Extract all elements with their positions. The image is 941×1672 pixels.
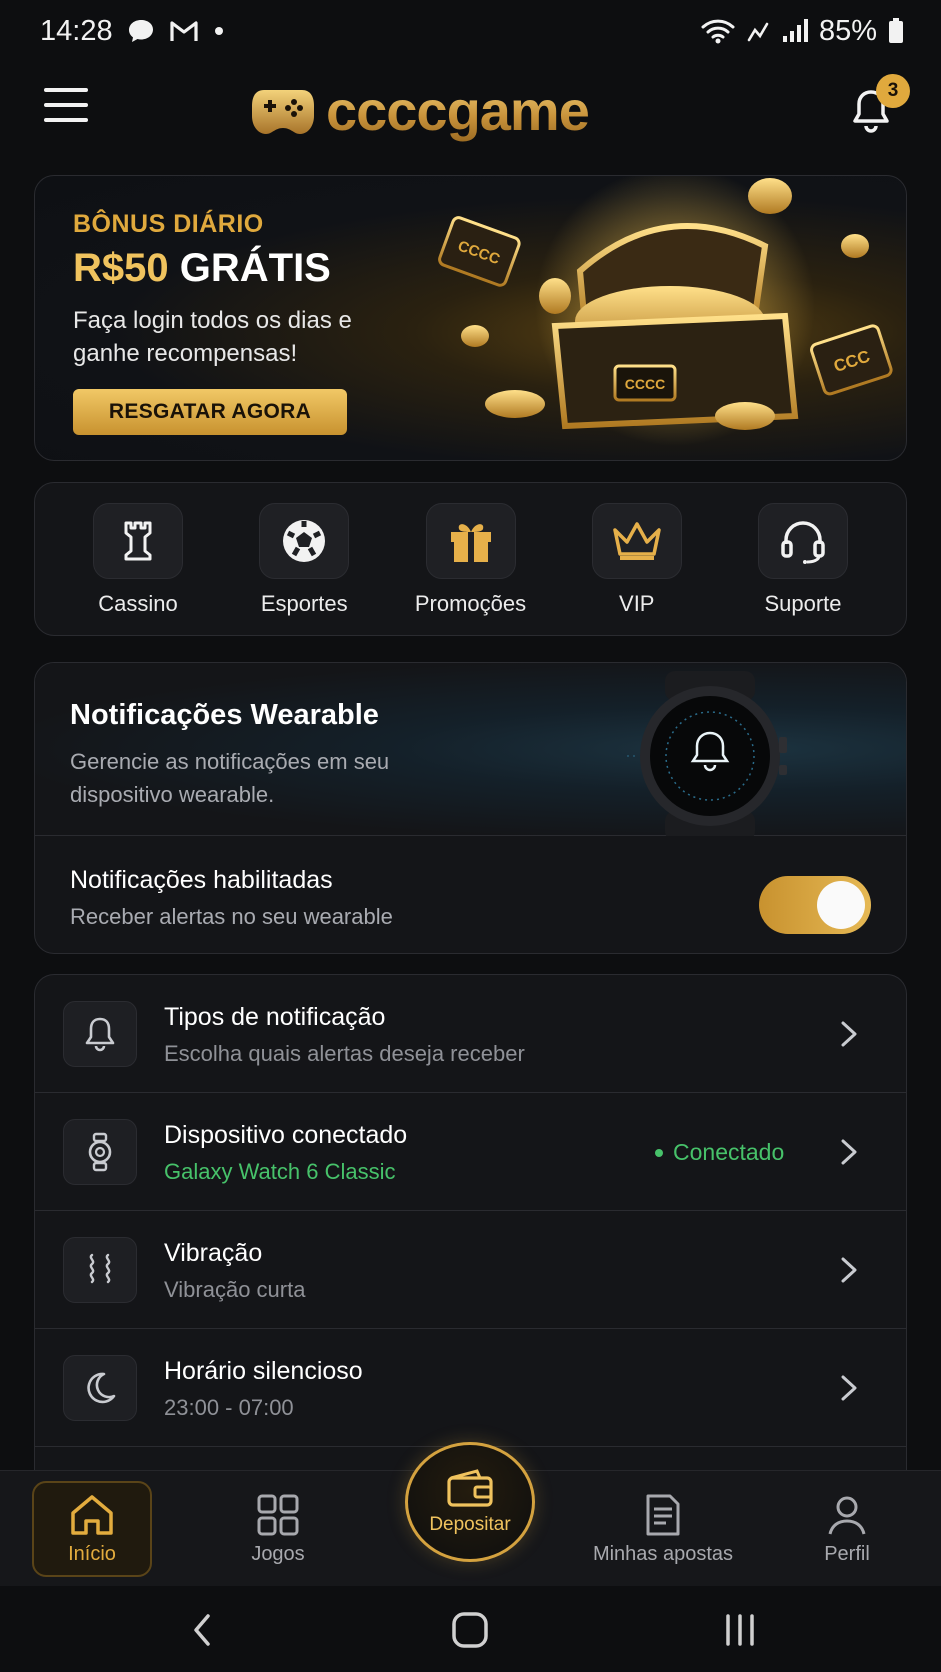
- deposit-button[interactable]: Depositar: [405, 1442, 535, 1562]
- rook-icon: [93, 503, 183, 579]
- banner-eyebrow: BÔNUS DIÁRIO: [73, 210, 264, 238]
- setting-vibration[interactable]: Vibração Vibração curta: [35, 1211, 906, 1329]
- setting-subtitle: Escolha quais alertas deseja receber: [164, 1041, 525, 1066]
- menu-icon-line: [44, 118, 88, 122]
- chevron-right-icon: [841, 1257, 857, 1283]
- grid-icon: [257, 1494, 299, 1535]
- status-dot-icon: [655, 1148, 663, 1157]
- status-right: 85%: [701, 15, 905, 48]
- headset-icon: [758, 503, 848, 579]
- nav-label: Suporte: [764, 591, 842, 616]
- banner-text: Faça login todos os dias e ganhe recompe…: [73, 307, 352, 367]
- setting-connected-device[interactable]: Dispositivo conectado Galaxy Watch 6 Cla…: [35, 1093, 906, 1211]
- connection-status-label: Conectado: [673, 1139, 785, 1165]
- watch-icon: [63, 1119, 137, 1185]
- bottom-nav-games[interactable]: Jogos: [218, 1481, 338, 1577]
- quick-nav: Cassino Esportes Promoções VIP Suporte: [34, 482, 907, 636]
- app-header: ccccgame 3: [0, 70, 941, 150]
- smartwatch-image: [625, 671, 787, 836]
- toggle-subtitle: Receber alertas no seu wearable: [70, 904, 393, 929]
- user-icon: [828, 1496, 866, 1534]
- toggle-knob: [817, 881, 865, 929]
- chevron-right-icon: [841, 1139, 857, 1165]
- moon-icon: [63, 1355, 137, 1421]
- bottom-nav-my-bets[interactable]: Minhas apostas: [575, 1481, 751, 1577]
- daily-bonus-banner[interactable]: BÔNUS DIÁRIO R$50 GRÁTIS Faça login todo…: [34, 175, 907, 461]
- setting-title: Dispositivo conectado: [164, 1121, 408, 1149]
- wallet-icon: [447, 1469, 493, 1507]
- chest-label: CCCC: [625, 376, 665, 392]
- setting-quiet-hours[interactable]: Horário silencioso 23:00 - 07:00: [35, 1329, 906, 1447]
- setting-title: Vibração: [164, 1239, 263, 1267]
- menu-icon-line: [44, 88, 88, 92]
- setting-subtitle: 23:00 - 07:00: [164, 1395, 294, 1420]
- menu-button[interactable]: [44, 88, 88, 128]
- nav-esportes[interactable]: Esportes: [229, 503, 379, 635]
- chevron-right-icon: [841, 1021, 857, 1047]
- back-icon[interactable]: [186, 1610, 218, 1650]
- deposit-label: Depositar: [429, 1514, 511, 1535]
- banner-amount: R$50: [73, 246, 169, 290]
- recents-icon[interactable]: [720, 1610, 760, 1650]
- nav-label: Promoções: [414, 591, 527, 616]
- nav-vip[interactable]: VIP: [562, 503, 712, 635]
- nav-suporte[interactable]: Suporte: [728, 503, 878, 635]
- chat-icon: [127, 18, 155, 44]
- soccer-ball-icon: [259, 503, 350, 579]
- bell-icon: [63, 1001, 137, 1067]
- document-icon: [646, 1494, 680, 1535]
- wifi-icon: [701, 17, 735, 45]
- treasure-chest-image: CCCC CCCC CCC: [438, 176, 893, 446]
- system-nav-bar: [0, 1586, 941, 1672]
- bottom-nav-label: Jogos: [251, 1542, 305, 1565]
- wearable-description: Gerencie as notificações em seu disposit…: [70, 749, 390, 807]
- setting-title: Tipos de notificação: [164, 1003, 386, 1031]
- brand-name: ccccgame: [326, 78, 590, 142]
- battery-percent: 85%: [818, 14, 877, 47]
- wearable-title: Notificações Wearable: [70, 699, 379, 731]
- setting-notification-types[interactable]: Tipos de notificação Escolha quais alert…: [35, 975, 906, 1093]
- status-left: 14:28: [40, 15, 225, 48]
- status-time: 14:28: [40, 14, 113, 47]
- signal-icon: [781, 18, 809, 44]
- crown-icon: [591, 503, 682, 579]
- banner-free: GRÁTIS: [179, 246, 331, 290]
- bottom-nav-home[interactable]: Início: [32, 1481, 152, 1577]
- connection-status: Conectado: [655, 1139, 784, 1166]
- setting-subtitle: Vibração curta: [164, 1277, 306, 1302]
- dot-icon: [213, 25, 225, 37]
- vibration-icon: [63, 1237, 137, 1303]
- device-name: Galaxy Watch 6 Classic: [164, 1159, 396, 1184]
- notifications-toggle[interactable]: [759, 876, 871, 934]
- notification-badge: 3: [876, 74, 910, 108]
- menu-icon-line: [44, 103, 88, 107]
- status-bar: 14:28 85%: [0, 0, 941, 62]
- wearable-card: Notificações Wearable Gerencie as notifi…: [34, 662, 907, 954]
- bottom-nav-profile[interactable]: Perfil: [787, 1481, 907, 1577]
- gift-icon: [425, 503, 516, 579]
- brand-logo[interactable]: ccccgame: [250, 78, 590, 142]
- nav-cassino[interactable]: Cassino: [63, 503, 213, 635]
- home-circle-icon[interactable]: [450, 1610, 490, 1650]
- gamepad-logo-icon: [252, 90, 314, 134]
- claim-button[interactable]: RESGATAR AGORA: [73, 389, 347, 435]
- toggle-title: Notificações habilitadas: [70, 866, 333, 894]
- nav-label: VIP: [619, 591, 655, 616]
- settings-list: Tipos de notificação Escolha quais alert…: [34, 974, 907, 1494]
- bottom-nav-label: Minhas apostas: [592, 1542, 734, 1565]
- bottom-nav-label: Perfil: [824, 1542, 870, 1565]
- banner-title: R$50 GRÁTIS: [73, 246, 331, 291]
- data-icon: [745, 18, 771, 44]
- nav-label: Cassino: [98, 591, 178, 616]
- chevron-right-icon: [841, 1375, 857, 1401]
- nav-promocoes[interactable]: Promoções: [396, 503, 546, 635]
- wearable-header: Notificações Wearable Gerencie as notifi…: [35, 663, 906, 836]
- gmail-icon: [169, 19, 199, 43]
- notifications-toggle-row: Notificações habilitadas Receber alertas…: [35, 836, 906, 953]
- battery-icon: [887, 17, 905, 45]
- bottom-nav-label: Início: [68, 1542, 116, 1565]
- nav-label: Esportes: [260, 591, 348, 616]
- home-icon: [71, 1494, 113, 1535]
- setting-title: Horário silencioso: [164, 1357, 363, 1385]
